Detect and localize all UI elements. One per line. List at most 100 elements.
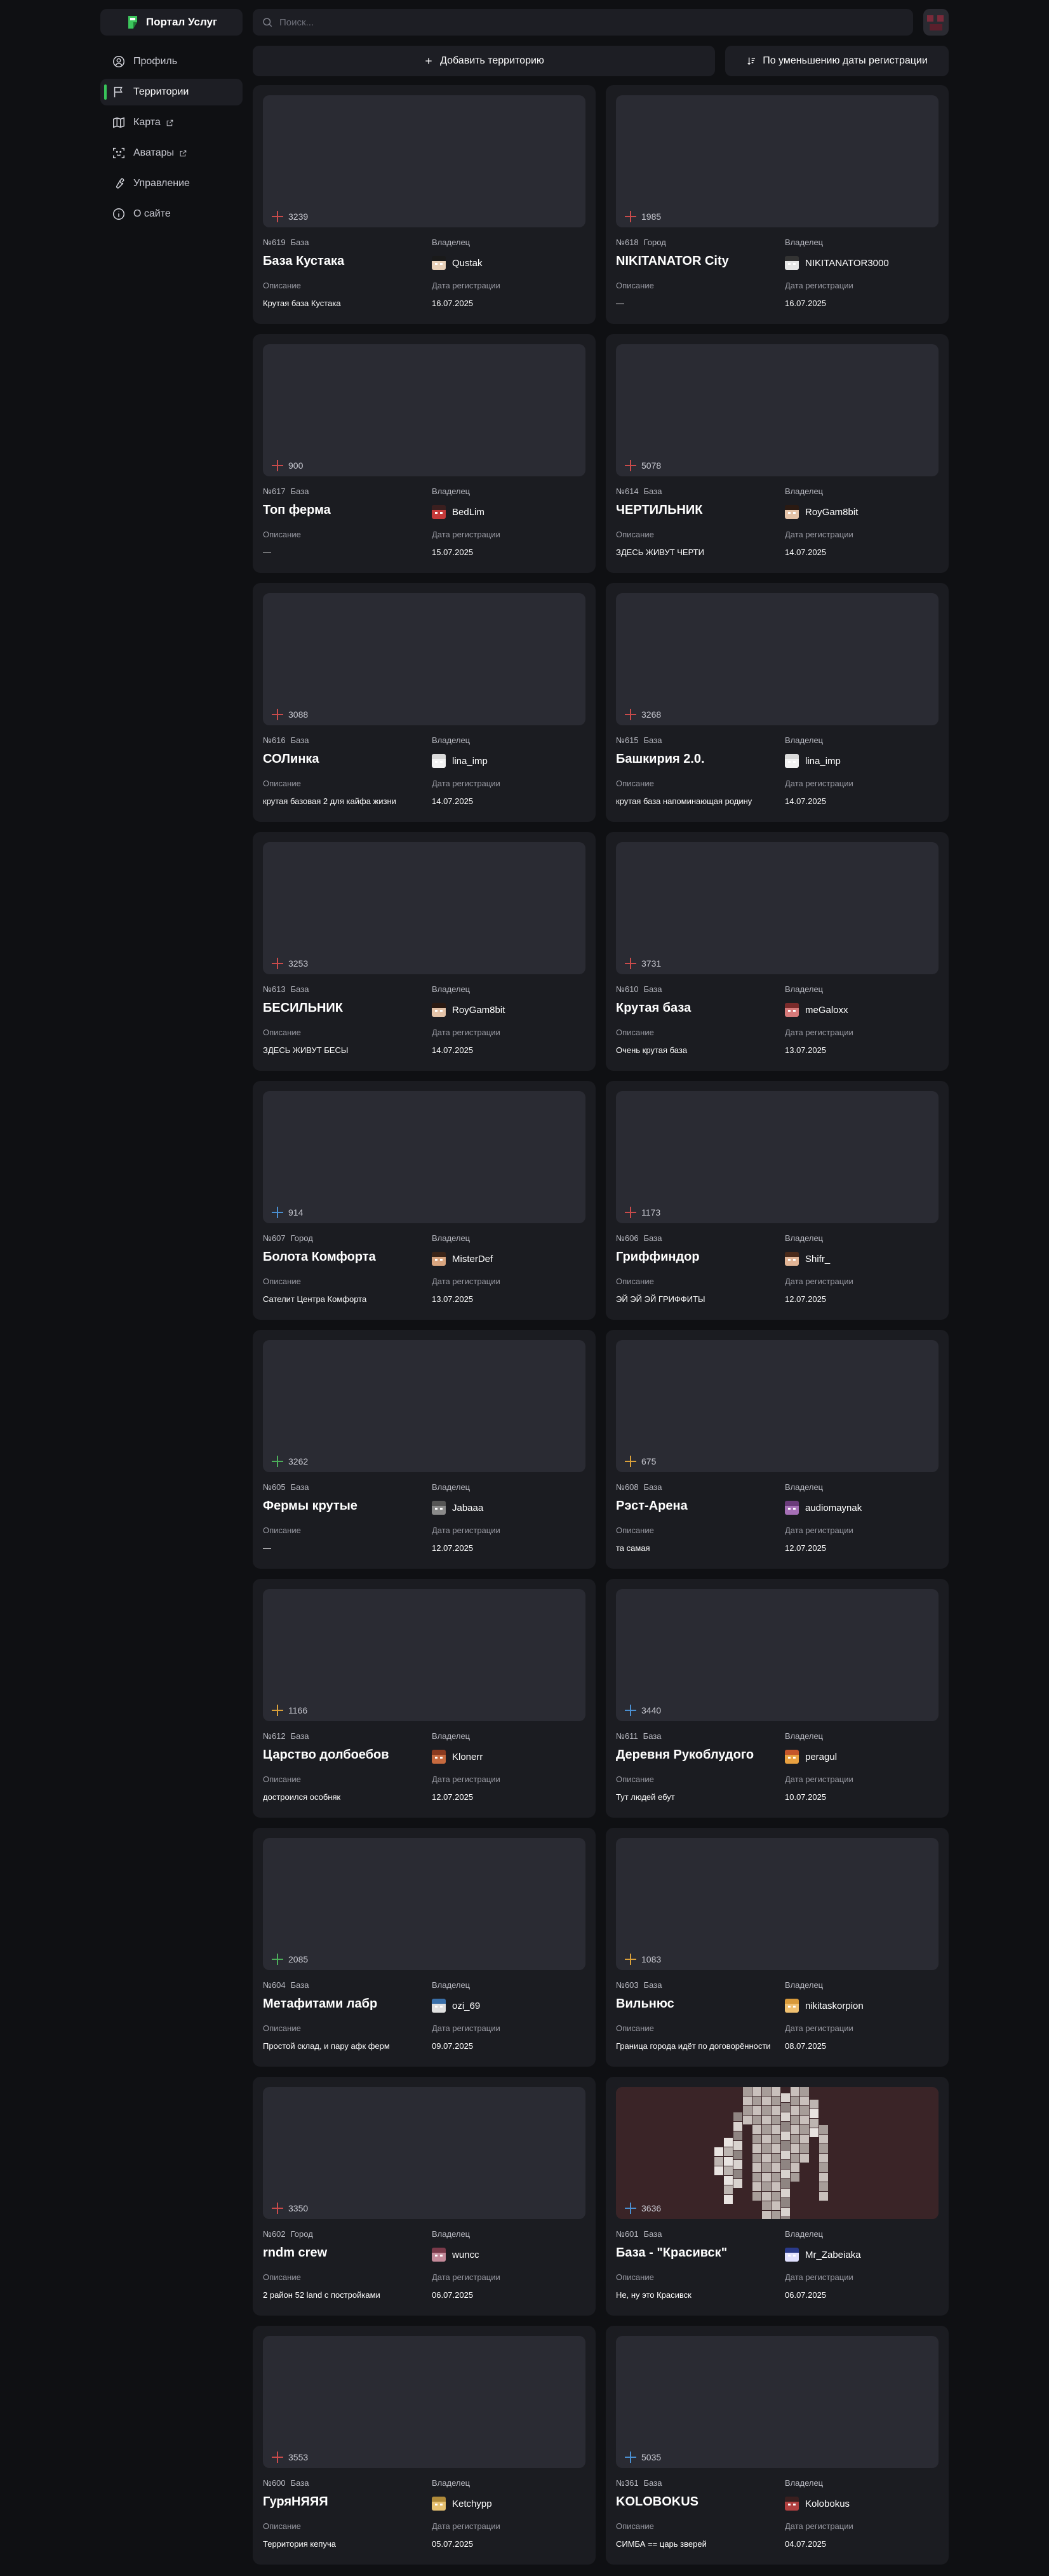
reg-date-label: Дата регистрации: [432, 1774, 500, 1784]
owner-avatar: [432, 1750, 446, 1764]
territory-meta: №603 База: [616, 1980, 785, 1992]
sidebar-item-map[interactable]: Карта: [100, 109, 243, 136]
territory-card[interactable]: 3350 №602 Город rndm crew Описание 2 райо…: [253, 2077, 596, 2316]
territory-card[interactable]: 3268 №615 База Башкирия 2.0. Описание кру…: [606, 583, 949, 822]
territory-card[interactable]: 2085 №604 База Метафитами лабр Описание П…: [253, 1828, 596, 2067]
territory-description: достроился особняк: [263, 1792, 341, 1802]
owner[interactable]: Qustak: [432, 254, 585, 272]
owner[interactable]: meGaloxx: [785, 1001, 939, 1019]
owner[interactable]: BedLim: [432, 503, 585, 521]
owner[interactable]: Klonerr: [432, 1748, 585, 1766]
territory-card[interactable]: 1173 №606 База Гриффиндор Описание ЭЙ ЭЙ …: [606, 1081, 949, 1320]
owner-label: Владелец: [432, 1482, 471, 1492]
territory-card[interactable]: 914 №607 Город Болота Комфорта Описание С…: [253, 1081, 596, 1320]
territory-card[interactable]: 675 №608 База Рэст-Арена Описание та сама…: [606, 1330, 949, 1569]
territory-preview: 2085: [263, 1838, 585, 1970]
territory-description: Сателит Центра Комфорта: [263, 1294, 367, 1304]
territory-description: —: [263, 547, 271, 557]
territory-card[interactable]: 3239 №619 База База Кустака Описание Крут…: [253, 85, 596, 324]
reg-date-label: Дата регистрации: [785, 2023, 853, 2033]
add-territory-button[interactable]: Добавить территорию: [253, 46, 715, 76]
territory-card[interactable]: 5035 №361 База KOLOBOKUS Описание СИМБА =…: [606, 2326, 949, 2565]
territory-card[interactable]: 1985 №618 Город NIKITANATOR City Описание…: [606, 85, 949, 324]
sort-button[interactable]: По уменьшению даты регистрации: [725, 46, 949, 76]
owner[interactable]: RoyGam8bit: [432, 1001, 585, 1019]
territory-card[interactable]: 1166 №612 База Царство долбоебов Описание…: [253, 1579, 596, 1818]
reg-date: 12.07.2025: [432, 1543, 474, 1553]
coords-badge: 3262: [272, 1456, 308, 1467]
app-brand[interactable]: Портал Услуг: [100, 9, 243, 36]
coords-badge: 2085: [272, 1954, 308, 1965]
description-label: Описание: [263, 2272, 301, 2282]
owner[interactable]: Jabaaa: [432, 1499, 585, 1517]
sort-label: По уменьшению даты регистрации: [763, 55, 928, 66]
territory-card[interactable]: 900 №617 База Топ ферма Описание — Владел…: [253, 334, 596, 573]
territory-meta: №617 База: [263, 486, 432, 498]
territory-number: №605: [263, 1482, 286, 1492]
territory-number: №618: [616, 238, 639, 247]
territory-info: №607 Город Болота Комфорта Описание Сател…: [263, 1233, 585, 1306]
territory-card[interactable]: 3636 №601 База База - "Красивск" Описание…: [606, 2077, 949, 2316]
coords-value: 5078: [641, 460, 662, 471]
coords-value: 3440: [641, 1705, 662, 1715]
owner[interactable]: wuncc: [432, 2246, 585, 2264]
description-label: Описание: [263, 2521, 301, 2531]
sidebar-item-label: О сайте: [133, 208, 171, 219]
reg-date: 08.07.2025: [785, 2041, 827, 2051]
territory-number: №602: [263, 2229, 286, 2239]
description-label: Описание: [616, 2023, 654, 2033]
owner-label: Владелец: [432, 1980, 471, 1990]
user-avatar[interactable]: [923, 9, 949, 36]
owner[interactable]: NIKITANATOR3000: [785, 254, 939, 272]
territory-preview: 3350: [263, 2087, 585, 2219]
reg-date-label: Дата регистрации: [432, 2023, 500, 2033]
sidebar-item-avatars[interactable]: Аватары: [100, 140, 243, 166]
coords-badge: 3350: [272, 2203, 308, 2214]
search-input[interactable]: [279, 17, 851, 28]
territory-meta: №615 База: [616, 735, 785, 747]
reg-date-label: Дата регистрации: [432, 1526, 500, 1535]
owner-avatar: [785, 1750, 799, 1764]
territory-name: Фермы крутые: [263, 1499, 357, 1513]
owner[interactable]: lina_imp: [785, 752, 939, 770]
sidebar-item-profile[interactable]: Профиль: [100, 48, 243, 75]
portal-logo-icon: [126, 15, 140, 30]
owner[interactable]: MisterDef: [432, 1250, 585, 1268]
reg-date-label: Дата регистрации: [432, 281, 500, 290]
territory-card[interactable]: 1083 №603 База Вильнюс Описание Граница г…: [606, 1828, 949, 2067]
owner[interactable]: Mr_Zabeiaka: [785, 2246, 939, 2264]
sidebar-item-territories[interactable]: Территории: [100, 79, 243, 105]
owner[interactable]: Shifr_: [785, 1250, 939, 1268]
territory-name: Метафитами лабр: [263, 1997, 378, 2011]
territory-card[interactable]: 3253 №613 База БЕСИЛЬНИК Описание ЗДЕСЬ Ж…: [253, 832, 596, 1071]
crosshair-icon: [625, 1954, 636, 1965]
territory-number: №615: [616, 735, 639, 745]
owner[interactable]: RoyGam8bit: [785, 503, 939, 521]
owner-avatar: [785, 505, 799, 519]
owner-avatar: [432, 1999, 446, 2013]
territory-card[interactable]: 5078 №614 База ЧЕРТИЛЬНИК Описание ЗДЕСЬ …: [606, 334, 949, 573]
territory-card[interactable]: 3553 №600 База ГуряНЯЯЯ Описание Территор…: [253, 2326, 596, 2565]
territory-type: Город: [290, 2229, 313, 2239]
owner[interactable]: ozi_69: [432, 1997, 585, 2015]
reg-date-label: Дата регистрации: [432, 1028, 500, 1037]
territory-card[interactable]: 3088 №616 База СОЛинка Описание крутая ба…: [253, 583, 596, 822]
owner[interactable]: Kolobokus: [785, 2495, 939, 2512]
sort-descending-icon: [747, 57, 756, 65]
territory-grid: 3239 №619 База База Кустака Описание Крут…: [253, 85, 949, 2565]
reg-date-label: Дата регистрации: [432, 2272, 500, 2282]
owner[interactable]: peragul: [785, 1748, 939, 1766]
sidebar-item-management[interactable]: Управление: [100, 170, 243, 197]
territory-card[interactable]: 3731 №610 База Крутая база Описание Очень…: [606, 832, 949, 1071]
territory-type: Город: [643, 238, 666, 247]
owner-name: RoyGam8bit: [805, 506, 859, 518]
territory-card[interactable]: 3440 №611 База Деревня Рукоблудого Описан…: [606, 1579, 949, 1818]
reg-date-label: Дата регистрации: [785, 1277, 853, 1286]
owner[interactable]: Ketchypp: [432, 2495, 585, 2512]
territory-type: База: [643, 735, 662, 745]
owner[interactable]: audiomaynak: [785, 1499, 939, 1517]
owner[interactable]: nikitaskorpion: [785, 1997, 939, 2015]
owner[interactable]: lina_imp: [432, 752, 585, 770]
territory-card[interactable]: 3262 №605 База Фермы крутые Описание — Вл…: [253, 1330, 596, 1569]
sidebar-item-about[interactable]: О сайте: [100, 201, 243, 227]
